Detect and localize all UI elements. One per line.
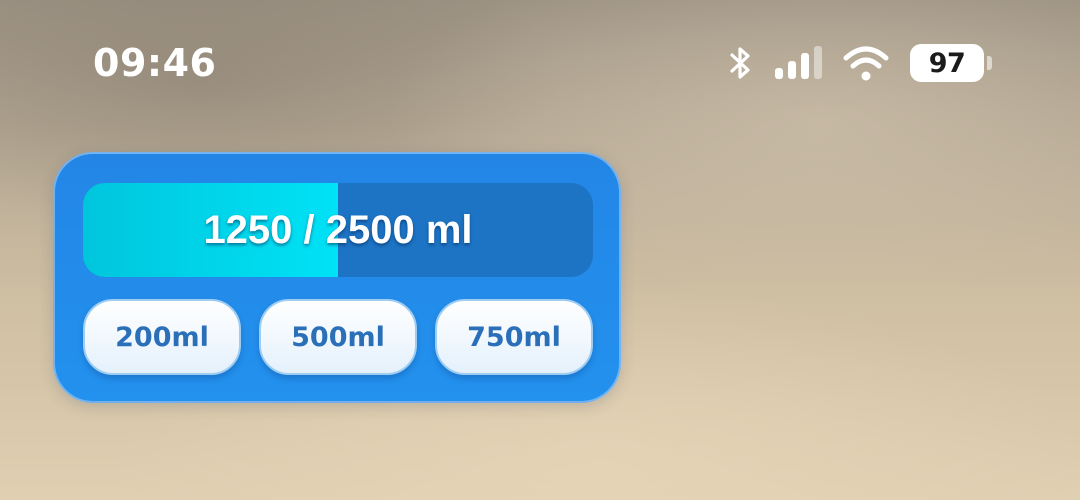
intake-progress-label: 1250 / 2500 ml (203, 207, 473, 252)
intake-progress-bar: 1250 / 2500 ml (83, 183, 593, 277)
add-amount-buttons: 200ml 500ml 750ml (83, 299, 593, 375)
water-intake-widget: 1250 / 2500 ml 200ml 500ml 750ml (53, 152, 621, 403)
bluetooth-icon (728, 45, 754, 81)
battery-icon: 97 (910, 44, 992, 82)
add-750ml-button[interactable]: 750ml (435, 299, 593, 375)
status-bar: 09:46 97 (0, 0, 1080, 130)
add-500ml-button[interactable]: 500ml (259, 299, 417, 375)
status-time: 09:46 (93, 41, 217, 85)
add-200ml-button[interactable]: 200ml (83, 299, 241, 375)
status-icons: 97 (728, 40, 992, 86)
battery-level: 97 (928, 47, 966, 79)
cellular-signal-icon (774, 45, 824, 81)
wifi-icon (842, 44, 890, 82)
